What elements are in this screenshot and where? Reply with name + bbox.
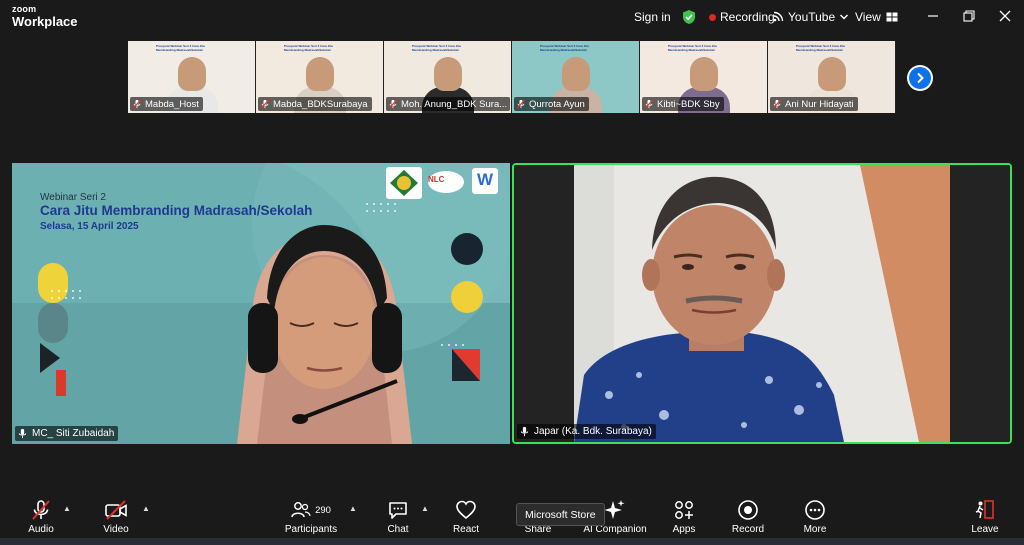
title-bar: zoom Workplace Sign in Recording YouTube: [0, 0, 1024, 34]
participant-thumbnail[interactable]: Prasyarat Webinar Seri 2 Cara Jitu Membr…: [640, 41, 768, 113]
react-label: React: [452, 524, 480, 535]
mic-muted-icon: [132, 99, 142, 109]
participant-thumbnail[interactable]: Prasyarat Webinar Seri 2 Cara Jitu Membr…: [384, 41, 512, 113]
participants-options-caret-icon[interactable]: ▲: [349, 504, 357, 513]
participant-name-label: Qurrota Ayun: [514, 97, 589, 111]
slide-title-text: Cara Jitu Membranding Madrasah/Sekolah: [40, 203, 313, 218]
record-icon: [738, 500, 758, 520]
brand-big: Workplace: [12, 14, 78, 29]
more-label: More: [803, 524, 827, 535]
participants-label: Participants: [284, 524, 338, 535]
brand-small: zoom: [12, 4, 37, 14]
chevron-down-icon: [840, 14, 849, 20]
sign-in-link[interactable]: Sign in: [634, 0, 671, 34]
thumbnail-slide-title: Prasyarat Webinar Seri 2 Cara Jitu Membr…: [540, 44, 589, 52]
participant-name: Japar (Ka. Bdk. Surabaya): [534, 426, 652, 437]
youtube-label: YouTube: [788, 10, 836, 24]
video-label: Video: [103, 524, 129, 535]
participant-face: [818, 57, 846, 91]
chat-label: Chat: [387, 524, 409, 535]
participant-thumbnail[interactable]: Prasyarat Webinar Seri 2 Cara Jitu Membr…: [256, 41, 384, 113]
thumbnail-slide-title: Prasyarat Webinar Seri 2 Cara Jitu Membr…: [668, 44, 717, 52]
view-label: View: [855, 10, 881, 24]
participant-name: Mabda_Host: [145, 98, 199, 110]
participant-thumbnail[interactable]: Prasyarat Webinar Seri 2 Cara Jitu Membr…: [128, 41, 256, 113]
next-page-button[interactable]: [907, 65, 933, 91]
video-tile-speaker[interactable]: Japar (Ka. Bdk. Surabaya): [512, 163, 1012, 444]
slide-date-text: Selasa, 15 April 2025: [40, 221, 139, 232]
thumbnail-slide-title: Prasyarat Webinar Seri 2 Cara Jitu Membr…: [796, 44, 845, 52]
audio-options-caret-icon[interactable]: ▲: [63, 504, 71, 513]
mic-muted-icon: [772, 99, 782, 109]
participants-icon: [291, 502, 311, 518]
zoom-meeting-window: zoom Workplace Sign in Recording YouTube: [0, 0, 1024, 545]
participant-name-label: Mabda_Host: [130, 97, 203, 111]
recording-label: Recording: [720, 10, 775, 24]
view-menu-button[interactable]: View: [855, 0, 898, 34]
chat-options-caret-icon[interactable]: ▲: [421, 504, 429, 513]
chat-icon: [389, 502, 407, 519]
record-label: Record: [731, 524, 765, 535]
participant-face: [562, 57, 590, 91]
recording-indicator[interactable]: Recording: [709, 0, 775, 34]
w-logo-text: W: [477, 170, 494, 189]
security-shield-icon[interactable]: [682, 0, 696, 34]
participant-name: MC_ Siti Zubaidah: [32, 428, 115, 439]
participant-face: [178, 57, 206, 91]
participant-name: Moh. Anung_BDK Sura...: [401, 98, 508, 110]
video-options-caret-icon[interactable]: ▲: [142, 504, 150, 513]
close-icon[interactable]: [997, 8, 1013, 24]
youtube-livestream-menu[interactable]: YouTube: [772, 0, 849, 34]
participant-name: Ani Nur Hidayati: [785, 98, 854, 110]
leave-door-icon: [975, 500, 994, 519]
apps-icon: [675, 501, 693, 519]
participant-thumbnail-strip: Prasyarat Webinar Seri 2 Cara Jitu Membr…: [128, 41, 896, 113]
taskbar-tooltip: Microsoft Store: [516, 503, 605, 526]
participants-count: 290: [315, 504, 331, 516]
participant-name: Kibti~BDK Sby: [657, 98, 720, 110]
mic-on-icon: [520, 426, 529, 437]
participant-name-label: Kibti~BDK Sby: [642, 97, 724, 111]
speaker-video-feed: [514, 165, 1010, 442]
participant-thumbnail[interactable]: Prasyarat Webinar Seri 2 Cara Jitu Membr…: [512, 41, 640, 113]
participant-face: [690, 57, 718, 91]
participant-name: Qurrota Ayun: [529, 98, 585, 110]
apps-label: Apps: [672, 524, 696, 535]
recording-dot-icon: [709, 13, 716, 21]
mic-on-icon: [18, 428, 27, 439]
chevron-right-icon: [917, 72, 924, 84]
slide-series-text: Webinar Seri 2: [40, 192, 106, 203]
thumbnail-slide-title: Prasyarat Webinar Seri 2 Cara Jitu Membr…: [156, 44, 205, 52]
participant-name-label: MC_ Siti Zubaidah: [15, 426, 119, 441]
participant-name: Mabda_BDKSurabaya: [273, 98, 368, 110]
nlc-logo-text: NLC: [428, 175, 445, 184]
camera-off-icon: [105, 500, 127, 520]
more-icon: [805, 500, 825, 520]
participant-name-label: Moh. Anung_BDK Sura...: [386, 97, 510, 111]
audio-label: Audio: [28, 524, 54, 535]
video-tile-mc[interactable]: Webinar Seri 2 Cara Jitu Membranding Mad…: [12, 163, 510, 444]
participant-face: [434, 57, 462, 91]
participant-face: [306, 57, 334, 91]
ai-sparkle-icon: [604, 500, 625, 519]
participant-thumbnail[interactable]: Prasyarat Webinar Seri 2 Cara Jitu Membr…: [768, 41, 896, 113]
mic-muted-icon: [516, 99, 526, 109]
broadcast-icon: [773, 11, 784, 22]
participant-name-label: Japar (Ka. Bdk. Surabaya): [517, 424, 656, 439]
mic-muted-icon: [388, 99, 398, 109]
minimize-icon[interactable]: [925, 8, 941, 24]
participant-name-label: Mabda_BDKSurabaya: [258, 97, 372, 111]
mic-muted-icon: [644, 99, 654, 109]
participant-name-label: Ani Nur Hidayati: [770, 97, 858, 111]
mic-muted-icon: [260, 99, 270, 109]
taskbar-edge: [0, 538, 1024, 545]
thumbnail-slide-title: Prasyarat Webinar Seri 2 Cara Jitu Membr…: [412, 44, 461, 52]
mic-muted-icon: [32, 500, 50, 520]
heart-icon: [456, 500, 476, 520]
grid-view-icon: [886, 12, 898, 22]
leave-label: Leave: [971, 524, 999, 535]
thumbnail-slide-title: Prasyarat Webinar Seri 2 Cara Jitu Membr…: [284, 44, 333, 52]
restore-icon[interactable]: [961, 8, 977, 24]
zoom-workplace-logo: zoom Workplace: [12, 4, 78, 29]
